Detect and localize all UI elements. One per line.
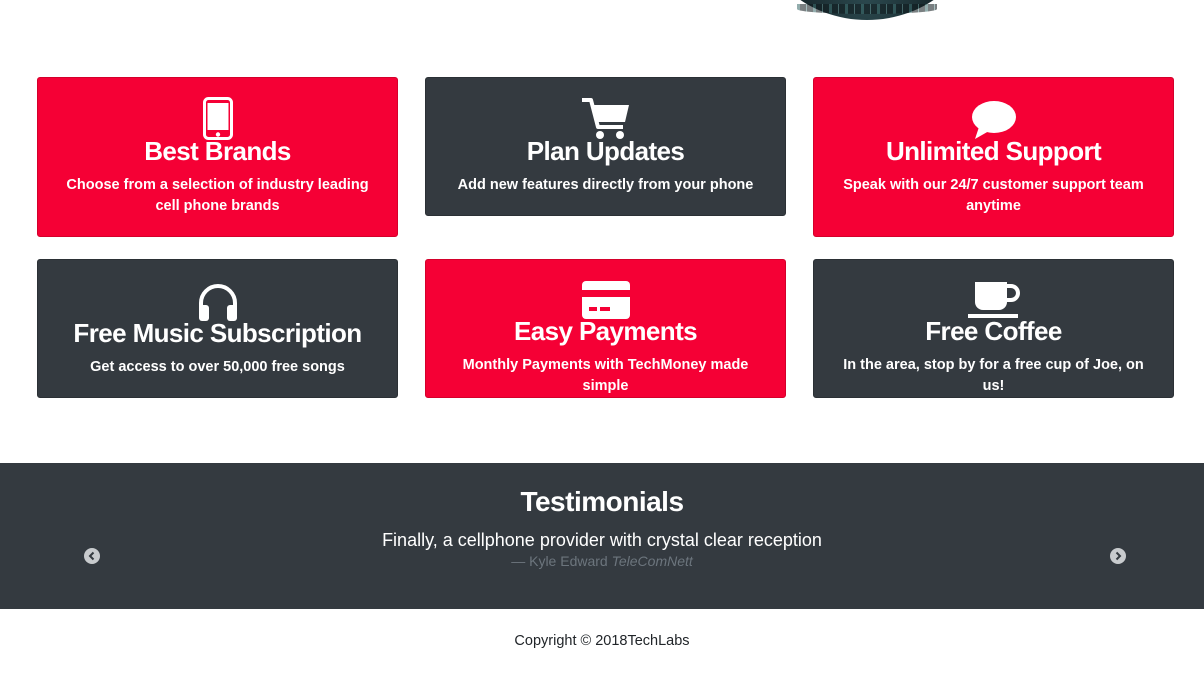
testimonial-citation: — Kyle Edward TeleComNett xyxy=(0,553,1204,569)
testimonial-author: — Kyle Edward xyxy=(511,553,608,569)
comment-icon xyxy=(971,96,1017,140)
footer-copyright: Copyright © 2018TechLabs xyxy=(514,633,690,649)
feature-title: Plan Updates xyxy=(526,136,685,166)
feature-card-unlimited-support: Unlimited Support Speak with our 24/7 cu… xyxy=(813,77,1174,237)
feature-title: Free Music Subscription xyxy=(73,318,362,348)
feature-card-plan-updates: Plan Updates Add new features directly f… xyxy=(425,77,786,216)
feature-card-free-coffee: Free Coffee In the area, stop by for a f… xyxy=(813,259,1174,398)
feature-title: Unlimited Support xyxy=(885,136,1102,166)
testimonials-section: Testimonials Finally, a cellphone provid… xyxy=(0,463,1204,609)
headphones-icon xyxy=(196,278,240,322)
feature-card-best-brands: Best Brands Choose from a selection of i… xyxy=(37,77,398,237)
testimonials-heading: Testimonials xyxy=(520,486,684,517)
feature-description: Speak with our 24/7 customer support tea… xyxy=(843,177,1144,214)
credit-card-icon xyxy=(581,278,631,320)
hero-image xyxy=(757,0,977,20)
feature-title: Best Brands xyxy=(144,136,291,166)
feature-description: In the area, stop by for a free cup of J… xyxy=(843,357,1144,394)
mobile-phone-icon xyxy=(202,96,233,140)
feature-description: Choose from a selection of industry lead… xyxy=(66,177,369,214)
feature-card-easy-payments: Easy Payments Monthly Payments with Tech… xyxy=(425,259,786,398)
chevron-right-circle-icon xyxy=(1115,551,1122,561)
feature-title: Easy Payments xyxy=(514,316,698,346)
coffee-icon xyxy=(967,278,1021,320)
chevron-left-circle-icon xyxy=(88,551,95,561)
carousel-prev-button[interactable] xyxy=(84,548,100,564)
feature-title: Free Coffee xyxy=(925,316,1062,346)
feature-description: Get access to over 50,000 free songs xyxy=(90,359,345,375)
testimonial-company: TeleComNett xyxy=(611,553,693,569)
testimonial-quote: Finally, a cellphone provider with cryst… xyxy=(382,530,822,550)
feature-description: Monthly Payments with TechMoney made sim… xyxy=(462,357,749,394)
carousel-next-button[interactable] xyxy=(1110,548,1126,564)
feature-card-free-music: Free Music Subscription Get access to ov… xyxy=(37,259,398,398)
feature-description: Add new features directly from your phon… xyxy=(457,177,754,193)
shopping-cart-icon xyxy=(581,96,631,140)
